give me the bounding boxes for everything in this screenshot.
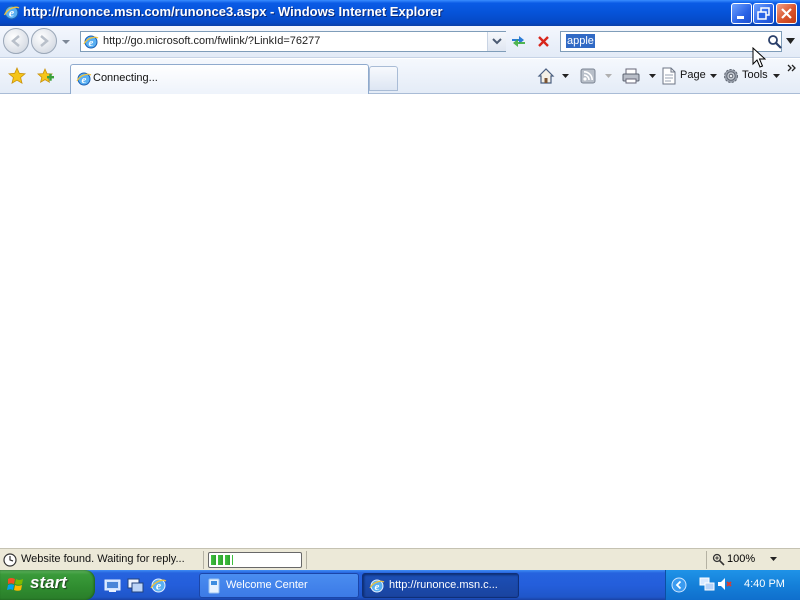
star-icon[interactable] [8,67,26,85]
star-plus-icon[interactable] [37,67,55,85]
chevron-down-icon [710,74,717,78]
new-tab-button[interactable] [369,66,398,91]
status-divider [306,551,307,569]
switch-windows-icon[interactable] [127,577,144,594]
close-button[interactable] [776,3,797,24]
status-divider [203,551,204,569]
address-bar[interactable]: e http://go.microsoft.com/fwlink/?LinkId… [80,31,506,52]
tab-label: Connecting... [93,72,158,84]
taskbar-item-label: Welcome Center [226,579,308,591]
title-bar[interactable]: e http://runonce.msn.com/runonce3.aspx -… [0,0,800,26]
window-title: http://runonce.msn.com/runonce3.aspx - W… [23,4,443,19]
progress-fill [211,555,233,565]
forward-button[interactable] [31,28,57,54]
magnifier-icon[interactable] [766,33,783,50]
search-options-dropdown[interactable] [786,38,795,44]
back-button[interactable] [3,28,29,54]
chevron-down-icon [562,74,569,78]
taskbar-item-internet-explorer[interactable]: e http://runonce.msn.c... [362,573,519,598]
show-desktop-icon[interactable] [104,577,121,594]
home-button[interactable] [535,66,571,86]
taskbar-item-label: http://runonce.msn.c... [389,579,498,591]
address-dropdown-button[interactable] [487,32,506,51]
status-text: Website found. Waiting for reply... [21,553,185,565]
restore-icon [757,7,770,20]
minimize-icon [737,16,744,19]
status-bar: Website found. Waiting for reply... 100% [0,548,800,570]
chevron-down-icon [649,74,656,78]
back-arrow-icon [11,35,20,47]
ie-logo-icon: e [369,579,385,593]
welcome-center-icon [208,578,220,594]
tools-menu[interactable]: Tools [722,66,782,86]
zoom-magnifier-icon[interactable] [712,553,725,566]
feeds-button[interactable] [578,66,614,86]
show-hidden-icons-button[interactable] [671,577,687,593]
loading-status-icon [3,553,17,567]
windows-logo-icon [7,578,23,591]
mouse-cursor-icon [752,47,766,68]
progress-bar [208,552,302,568]
page-menu-label: Page [680,69,706,81]
page-favicon-icon: e [83,35,99,49]
search-input[interactable]: apple [560,31,782,52]
ie-logo-icon: e [76,72,92,86]
page-icon [662,67,676,85]
tools-menu-label: Tools [742,69,768,81]
recent-pages-dropdown[interactable] [61,38,71,46]
chevron-down-icon[interactable] [770,557,777,561]
taskbar-item-welcome-center[interactable]: Welcome Center [199,573,359,598]
print-button[interactable] [621,66,657,86]
clock[interactable]: 4:40 PM [744,578,785,590]
zoom-level[interactable]: 100% [727,553,755,565]
page-content[interactable] [0,95,800,548]
address-text[interactable]: http://go.microsoft.com/fwlink/?LinkId=7… [103,35,320,47]
stop-x-icon[interactable] [533,31,554,52]
chevron-down-icon [605,74,612,78]
gear-icon [724,69,738,83]
tab-connecting[interactable]: e Connecting... [70,64,369,94]
start-button[interactable]: start [0,570,95,600]
volume-muted-icon[interactable] [717,576,733,592]
restore-button[interactable] [753,3,774,24]
start-label: start [30,573,67,592]
search-query-text[interactable]: apple [566,34,595,48]
refresh-icon[interactable] [508,31,529,52]
toolbar-overflow-chevron-icon[interactable] [787,64,797,74]
status-divider [706,551,707,569]
forward-arrow-icon [40,35,49,47]
minimize-button[interactable] [731,3,752,24]
page-menu[interactable]: Page [661,66,719,86]
ie-logo-icon: e [3,5,20,20]
network-icon[interactable] [699,576,715,592]
chevron-down-icon [492,38,502,45]
ie-logo-icon[interactable]: e [150,577,167,594]
system-tray: 4:40 PM [665,570,800,600]
home-icon [537,68,555,84]
rss-icon [580,68,596,84]
close-icon [781,8,792,19]
chevron-down-icon [773,74,780,78]
printer-icon [622,68,640,84]
